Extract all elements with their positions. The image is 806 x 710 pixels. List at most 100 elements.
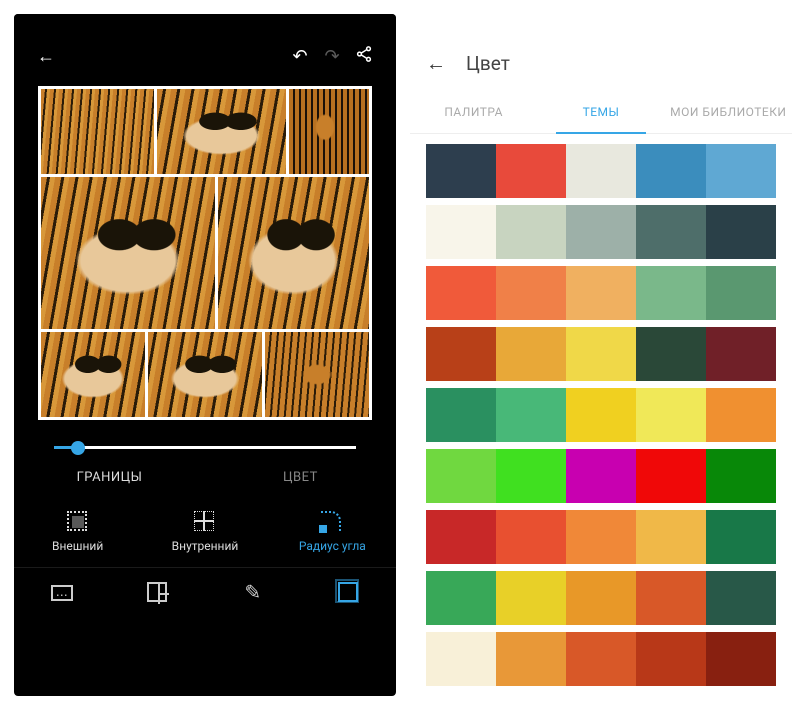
top-toolbar: ← Цвет bbox=[410, 36, 792, 90]
collage-cell[interactable] bbox=[41, 89, 154, 174]
color-swatch[interactable] bbox=[426, 510, 496, 564]
color-swatch[interactable] bbox=[426, 144, 496, 198]
color-swatch[interactable] bbox=[636, 144, 706, 198]
color-swatch[interactable] bbox=[706, 266, 776, 320]
page-title: Цвет bbox=[466, 52, 510, 75]
nav-aspect[interactable] bbox=[14, 568, 110, 615]
frames-icon bbox=[338, 582, 358, 602]
color-swatch[interactable] bbox=[496, 144, 566, 198]
color-swatch[interactable] bbox=[426, 632, 496, 686]
border-options: Внешний Внутренний Радиус угла bbox=[14, 497, 396, 567]
color-swatch[interactable] bbox=[496, 632, 566, 686]
theme-row[interactable] bbox=[426, 449, 776, 503]
slider-thumb[interactable] bbox=[71, 441, 85, 455]
nav-frames[interactable] bbox=[301, 568, 397, 615]
color-swatch[interactable] bbox=[636, 388, 706, 442]
pencil-icon: ✎ bbox=[244, 580, 261, 604]
mid-tabs: ГРАНИЦЫ ЦВЕТ bbox=[14, 457, 396, 497]
color-swatch[interactable] bbox=[566, 388, 636, 442]
inner-border-icon bbox=[194, 511, 214, 531]
editor-screen: ← ↶ ↷ ГРАНИЦЫ bbox=[14, 14, 396, 696]
theme-row[interactable] bbox=[426, 144, 776, 198]
theme-row[interactable] bbox=[426, 388, 776, 442]
border-slider[interactable] bbox=[14, 424, 396, 457]
share-icon[interactable] bbox=[348, 45, 380, 68]
color-swatch[interactable] bbox=[426, 388, 496, 442]
tab-color[interactable]: ЦВЕТ bbox=[205, 457, 396, 497]
option-outer[interactable]: Внешний bbox=[14, 501, 141, 563]
collage-cell[interactable] bbox=[157, 89, 286, 174]
option-radius[interactable]: Радиус угла bbox=[269, 501, 396, 563]
color-swatch[interactable] bbox=[426, 266, 496, 320]
color-swatch[interactable] bbox=[426, 449, 496, 503]
color-swatch[interactable] bbox=[636, 571, 706, 625]
corner-radius-icon bbox=[321, 511, 341, 531]
color-swatch[interactable] bbox=[496, 266, 566, 320]
nav-layout[interactable] bbox=[110, 568, 206, 615]
collage-cell-selected[interactable] bbox=[41, 332, 145, 417]
nav-edit[interactable]: ✎ bbox=[205, 568, 301, 615]
color-swatch[interactable] bbox=[496, 571, 566, 625]
bottom-nav: ✎ bbox=[14, 567, 396, 615]
color-swatch[interactable] bbox=[636, 510, 706, 564]
collage-cell[interactable] bbox=[41, 177, 215, 329]
color-swatch[interactable] bbox=[566, 449, 636, 503]
themes-list[interactable] bbox=[410, 134, 792, 696]
collage bbox=[38, 86, 372, 420]
back-icon[interactable]: ← bbox=[30, 46, 62, 67]
color-swatch[interactable] bbox=[566, 327, 636, 381]
color-swatch[interactable] bbox=[496, 205, 566, 259]
color-swatch[interactable] bbox=[566, 205, 636, 259]
option-label: Радиус угла bbox=[299, 539, 366, 553]
collage-canvas[interactable] bbox=[14, 78, 396, 424]
collage-cell[interactable] bbox=[289, 89, 370, 174]
top-toolbar: ← ↶ ↷ bbox=[14, 34, 396, 78]
tab-borders[interactable]: ГРАНИЦЫ bbox=[14, 457, 205, 497]
color-swatch[interactable] bbox=[426, 571, 496, 625]
tab-libraries[interactable]: МОИ БИБЛИОТЕКИ bbox=[665, 90, 792, 133]
color-swatch[interactable] bbox=[496, 449, 566, 503]
option-inner[interactable]: Внутренний bbox=[141, 501, 268, 563]
color-swatch[interactable] bbox=[706, 449, 776, 503]
color-swatch[interactable] bbox=[636, 449, 706, 503]
color-swatch[interactable] bbox=[566, 510, 636, 564]
color-swatch[interactable] bbox=[496, 327, 566, 381]
color-swatch[interactable] bbox=[706, 388, 776, 442]
color-swatch[interactable] bbox=[566, 144, 636, 198]
option-label: Внешний bbox=[52, 539, 103, 553]
color-tabs: ПАЛИТРА ТЕМЫ МОИ БИБЛИОТЕКИ bbox=[410, 90, 792, 134]
color-swatch[interactable] bbox=[496, 510, 566, 564]
color-swatch[interactable] bbox=[426, 327, 496, 381]
color-swatch[interactable] bbox=[706, 144, 776, 198]
color-swatch[interactable] bbox=[566, 632, 636, 686]
color-swatch[interactable] bbox=[636, 205, 706, 259]
color-swatch[interactable] bbox=[706, 510, 776, 564]
collage-cell[interactable] bbox=[265, 332, 369, 417]
color-swatch[interactable] bbox=[636, 632, 706, 686]
undo-icon[interactable]: ↶ bbox=[284, 46, 316, 67]
redo-icon[interactable]: ↷ bbox=[316, 46, 348, 67]
color-swatch[interactable] bbox=[706, 632, 776, 686]
color-swatch[interactable] bbox=[706, 327, 776, 381]
color-swatch[interactable] bbox=[706, 571, 776, 625]
theme-row[interactable] bbox=[426, 571, 776, 625]
tab-themes[interactable]: ТЕМЫ bbox=[537, 90, 664, 133]
back-icon[interactable]: ← bbox=[426, 51, 446, 76]
theme-row[interactable] bbox=[426, 510, 776, 564]
color-swatch[interactable] bbox=[566, 266, 636, 320]
theme-row[interactable] bbox=[426, 266, 776, 320]
collage-cell[interactable] bbox=[148, 332, 262, 417]
color-swatch[interactable] bbox=[636, 327, 706, 381]
tab-palette[interactable]: ПАЛИТРА bbox=[410, 90, 537, 133]
layout-icon bbox=[147, 582, 167, 602]
theme-row[interactable] bbox=[426, 327, 776, 381]
color-swatch[interactable] bbox=[426, 205, 496, 259]
collage-cell[interactable] bbox=[218, 177, 369, 329]
color-swatch[interactable] bbox=[706, 205, 776, 259]
outer-border-icon bbox=[67, 511, 87, 531]
color-swatch[interactable] bbox=[566, 571, 636, 625]
theme-row[interactable] bbox=[426, 205, 776, 259]
color-swatch[interactable] bbox=[636, 266, 706, 320]
theme-row[interactable] bbox=[426, 632, 776, 686]
color-swatch[interactable] bbox=[496, 388, 566, 442]
